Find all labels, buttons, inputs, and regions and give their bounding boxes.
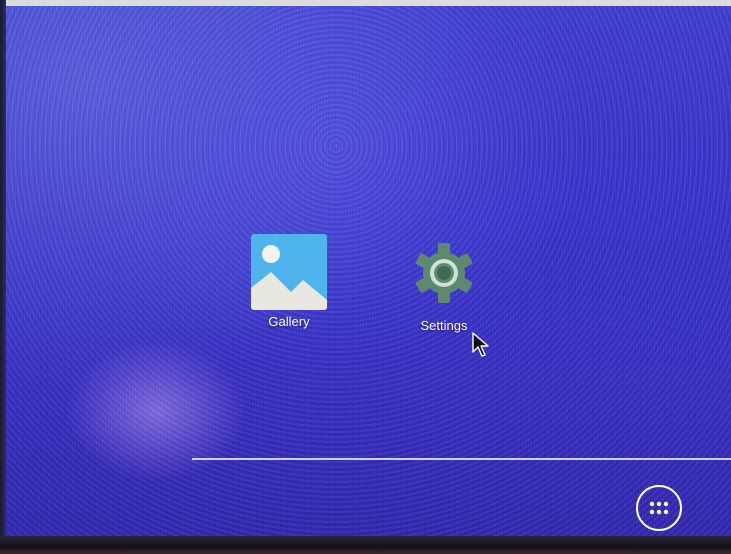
gallery-icon — [251, 234, 327, 310]
settings-label: Settings — [420, 318, 468, 333]
gallery-app-shortcut[interactable]: Gallery — [244, 234, 334, 329]
home-screen: Gallery Settings — [6, 6, 731, 536]
gallery-label: Gallery — [268, 314, 310, 329]
gear-icon — [415, 243, 473, 303]
mouse-pointer-icon — [472, 332, 489, 357]
settings-app-shortcut[interactable]: Settings — [399, 241, 489, 333]
photo-frame: Gallery Settings — [0, 0, 731, 554]
all-apps-button[interactable] — [636, 485, 682, 531]
apps-grid-icon — [649, 501, 669, 515]
dock-divider — [192, 458, 731, 460]
monitor-bezel — [0, 536, 731, 554]
